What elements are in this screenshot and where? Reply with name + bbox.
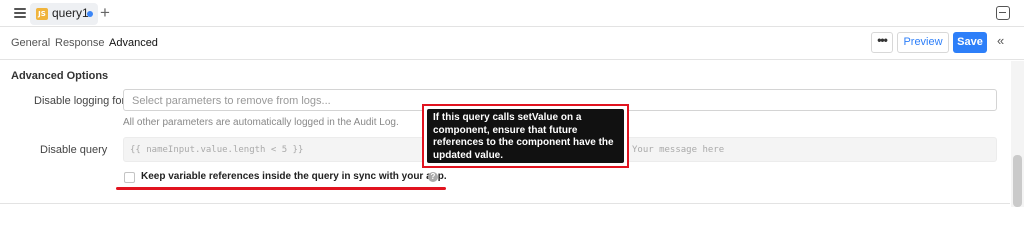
- save-button[interactable]: Save: [953, 32, 987, 53]
- unsaved-dot-icon: [87, 11, 93, 17]
- tab-general[interactable]: General: [11, 37, 50, 49]
- disable-logging-label: Disable logging for: [34, 95, 126, 107]
- disable-query-label: Disable query: [40, 144, 108, 156]
- disable-message-placeholder: Your message here: [632, 145, 725, 155]
- query-tab[interactable]: JS query1: [30, 3, 98, 25]
- tab-response[interactable]: Response: [55, 37, 105, 49]
- tooltip-highlight-frame: If this query calls setValue on a compon…: [422, 104, 629, 168]
- audit-log-help-text: All other parameters are automatically l…: [123, 117, 399, 128]
- collapse-panel-icon[interactable]: [996, 6, 1010, 20]
- highlight-underline: [116, 187, 446, 190]
- disable-query-placeholder: {{ nameInput.value.length < 5 }}: [130, 145, 304, 155]
- scrollbar-thumb[interactable]: [1013, 155, 1022, 207]
- collapse-editor-icon[interactable]: «: [997, 34, 1004, 48]
- top-tab-bar: JS query1 +: [0, 0, 1024, 27]
- add-tab-icon[interactable]: +: [100, 3, 110, 23]
- query-subtabs-bar: General Response Advanced ••• Preview Sa…: [0, 27, 1024, 60]
- preview-button[interactable]: Preview: [897, 32, 949, 53]
- sync-references-checkbox[interactable]: [124, 172, 135, 183]
- more-options-button[interactable]: •••: [871, 32, 893, 53]
- divider: [0, 203, 1010, 204]
- section-title: Advanced Options: [11, 70, 109, 82]
- help-tooltip: If this query calls setValue on a compon…: [427, 109, 624, 163]
- disable-logging-placeholder: Select parameters to remove from logs...: [132, 95, 331, 107]
- js-icon: JS: [36, 8, 48, 20]
- menu-icon[interactable]: [14, 8, 26, 18]
- query-tab-label: query1: [52, 6, 89, 20]
- help-icon[interactable]: ?: [428, 172, 438, 182]
- tab-advanced[interactable]: Advanced: [109, 37, 158, 49]
- sync-references-label[interactable]: Keep variable references inside the quer…: [141, 171, 447, 182]
